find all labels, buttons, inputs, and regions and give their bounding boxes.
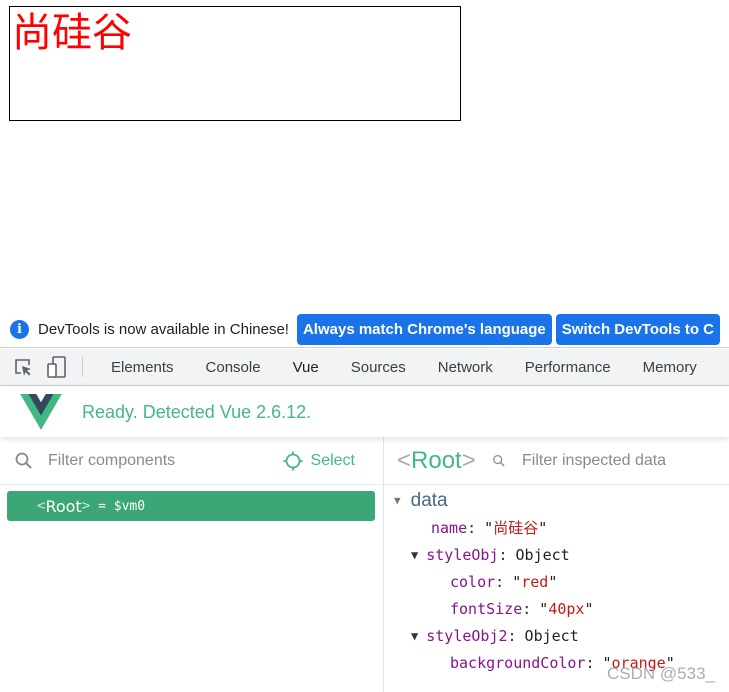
title-close-bracket: > <box>461 446 476 474</box>
tab-vue[interactable]: Vue <box>276 349 335 385</box>
quote: " <box>548 572 558 591</box>
tag-close-bracket: > <box>81 498 91 514</box>
expand-arrow-icon: ▼ <box>411 547 419 562</box>
filter-components-input[interactable] <box>48 451 283 470</box>
toolbar-divider <box>82 357 83 377</box>
device-toolbar-icon[interactable] <box>46 356 68 378</box>
field-key: styleObj <box>426 545 499 564</box>
field-value: 尚硅谷 <box>493 519 539 537</box>
field-key: backgroundColor <box>450 653 586 672</box>
field-key: fontSize <box>450 599 523 618</box>
search-icon <box>15 452 32 469</box>
component-name: Root <box>45 496 82 516</box>
inspected-component-title: <Root> <box>397 447 476 475</box>
data-field-fontsize[interactable]: fontSize: " 40px " <box>384 595 729 622</box>
title-open-bracket: < <box>397 446 412 474</box>
quote: " <box>484 518 494 537</box>
quote: " <box>538 518 548 537</box>
name-text: 尚硅谷 <box>12 10 132 56</box>
inspector-header: <Root> <box>384 437 729 485</box>
component-tree-item-root[interactable]: < Root > = $vm0 <box>7 491 375 521</box>
expand-arrow-icon: ▼ <box>411 628 419 643</box>
tab-elements[interactable]: Elements <box>95 349 190 385</box>
page: 尚硅谷 i DevTools is now available in Chine… <box>0 0 729 692</box>
colon: : <box>522 599 532 618</box>
field-type: Object <box>515 545 570 564</box>
field-value: 40px <box>548 599 585 618</box>
select-component-button[interactable]: Select <box>283 451 355 471</box>
filter-inspected-data-input[interactable] <box>522 451 729 470</box>
field-type: Object <box>524 626 579 645</box>
quote: " <box>539 599 549 618</box>
colon: : <box>507 626 517 645</box>
watermark: CSDN @533_ <box>607 664 715 683</box>
data-tree: ▼ data name: " 尚硅谷 " ▼ styleObj: Object colo… <box>384 485 729 676</box>
vue-logo-icon <box>20 394 62 430</box>
field-key: color <box>450 572 496 591</box>
vue-devtools-header: Ready. Detected Vue 2.6.12. <box>0 387 729 437</box>
tab-performance[interactable]: Performance <box>509 349 627 385</box>
colon: : <box>467 518 477 537</box>
quote: " <box>512 572 522 591</box>
tab-memory[interactable]: Memory <box>627 349 713 385</box>
tab-sources[interactable]: Sources <box>335 349 422 385</box>
tag-open-bracket: < <box>37 498 46 514</box>
devtools-infobar: i DevTools is now available in Chinese! … <box>0 311 729 348</box>
vue-status-text: Ready. Detected Vue 2.6.12. <box>82 401 312 422</box>
colon: : <box>495 572 505 591</box>
infobar-message: DevTools is now available in Chinese! <box>38 320 289 338</box>
data-field-color[interactable]: color: " red " <box>384 568 729 595</box>
components-pane: Select < Root > = $vm0 <box>0 437 384 692</box>
title-name: Root <box>411 446 462 474</box>
colon: : <box>498 545 508 564</box>
data-field-name[interactable]: name: " 尚硅谷 " <box>384 514 729 541</box>
data-field-styleobj2[interactable]: ▼ styleObj2: Object <box>384 622 729 649</box>
info-icon: i <box>10 319 29 339</box>
inspector-pane: <Root> ▼ data name:"尚硅谷" ▼ styleObj:Obje… <box>384 437 729 692</box>
quote: " <box>584 599 594 618</box>
field-key: styleObj2 <box>426 626 508 645</box>
expand-arrow-icon: ▼ <box>394 494 401 507</box>
switch-devtools-language-button[interactable]: Switch DevTools to C <box>555 313 721 345</box>
component-ref: = $vm0 <box>98 498 146 514</box>
inspect-element-icon[interactable] <box>12 356 34 378</box>
select-label: Select <box>310 451 355 469</box>
devtools-tabbar: Elements Console Vue Sources Network Per… <box>0 349 729 386</box>
search-icon <box>492 454 505 466</box>
tab-network[interactable]: Network <box>422 349 509 385</box>
target-icon <box>283 451 303 470</box>
always-match-language-button[interactable]: Always match Chrome's language <box>296 313 552 345</box>
demo-box: 尚硅谷 <box>9 6 461 121</box>
component-filter-bar: Select <box>0 437 383 485</box>
data-section-title: data <box>410 489 448 511</box>
colon: : <box>585 653 595 672</box>
data-field-styleobj[interactable]: ▼ styleObj: Object <box>384 541 729 568</box>
field-key: name <box>431 518 468 537</box>
field-value: red <box>521 572 549 591</box>
data-section-toggle[interactable]: ▼ data <box>384 487 729 514</box>
tab-console[interactable]: Console <box>190 349 277 385</box>
